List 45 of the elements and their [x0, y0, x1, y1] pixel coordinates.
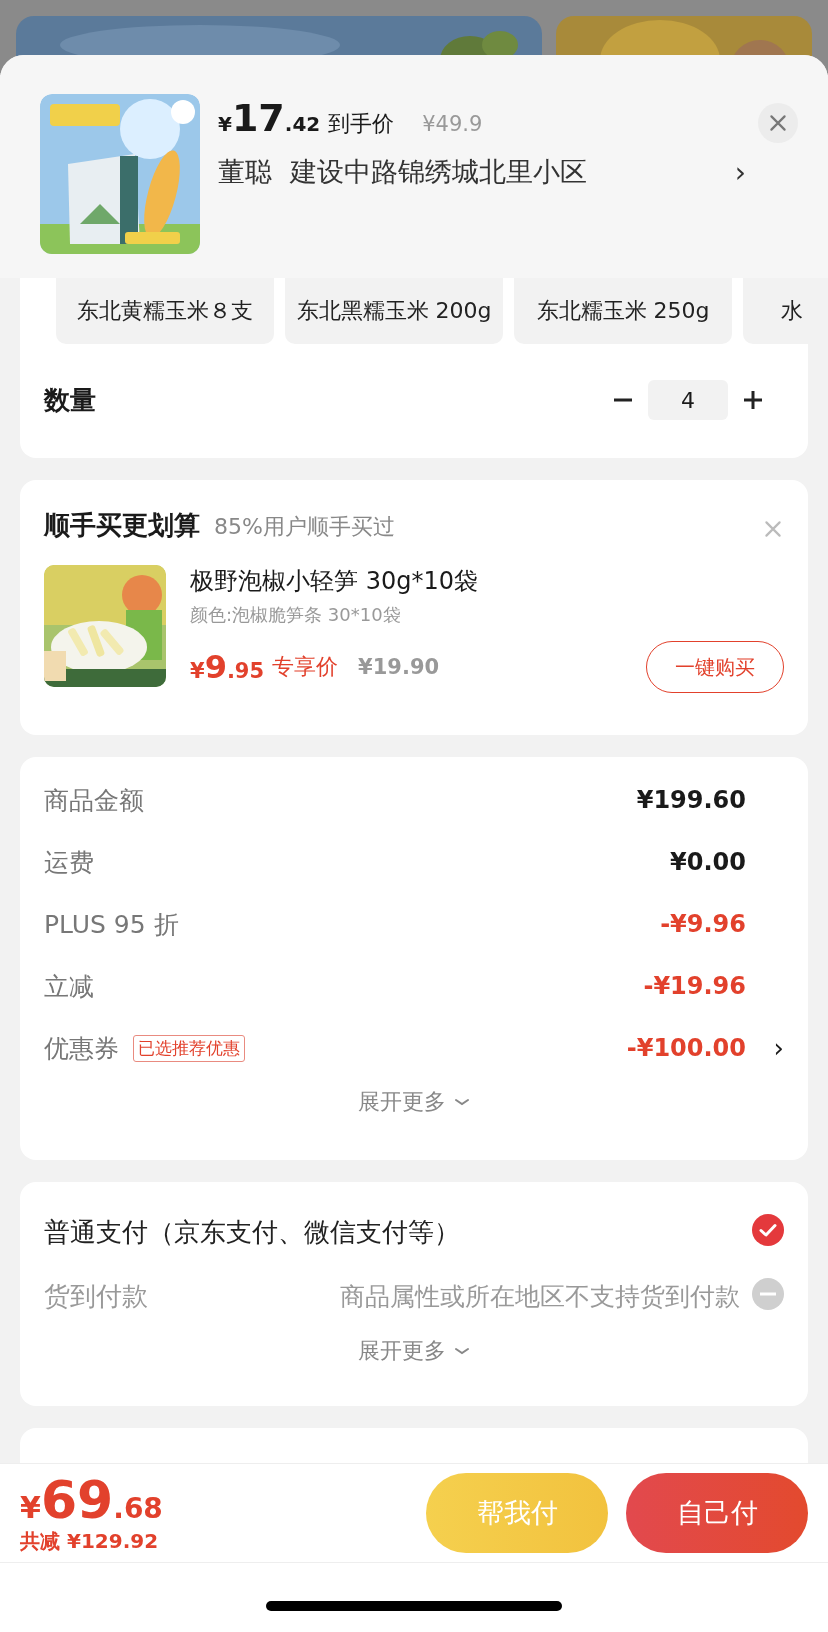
price-text: ¥9.95 — [190, 648, 266, 686]
plus-icon[interactable] — [742, 389, 764, 411]
variant-option[interactable]: 东北黑糯玉米 200g — [285, 278, 503, 344]
original-price: ¥19.90 — [358, 655, 440, 679]
summary-label: PLUS 95 折 — [44, 908, 179, 941]
recipient-name: 董聪 — [218, 155, 272, 189]
expand-link[interactable]: 展开更多 — [358, 1336, 446, 1366]
total-price: ¥69.68 — [20, 1471, 164, 1528]
pay-button[interactable]: 自己付 — [626, 1473, 808, 1553]
variant-option[interactable]: 东北糯玉米 250g — [514, 278, 732, 344]
section-subtitle: 85%用户顺手买过 — [214, 513, 395, 541]
expand-link[interactable]: 展开更多 — [358, 1087, 446, 1117]
chevron-right-icon[interactable]: › — [734, 155, 746, 189]
check-icon[interactable] — [752, 1214, 784, 1246]
summary-value: -¥19.96 — [643, 972, 746, 1000]
close-icon[interactable] — [767, 112, 789, 134]
summary-value: ¥199.60 — [636, 786, 746, 814]
variant-option[interactable]: 水 — [743, 278, 808, 344]
close-button[interactable] — [758, 103, 798, 143]
price-text: ¥17.42 — [218, 96, 322, 140]
buy-button[interactable]: 一键购买 — [646, 641, 784, 693]
original-price: ¥49.9 — [422, 112, 483, 136]
chevron-down-icon — [454, 1097, 470, 1107]
chevron-down-icon — [454, 1346, 470, 1356]
summary-label: 商品金额 — [44, 784, 144, 817]
address-text[interactable]: 建设中路锦绣城北里小区 — [290, 154, 587, 190]
summary-value: ¥0.00 — [670, 848, 746, 876]
variant-option[interactable]: 东北黄糯玉米８支 — [56, 278, 274, 344]
summary-value: -¥9.96 — [660, 910, 746, 938]
price-label: 专享价 — [272, 653, 339, 681]
summary-value: -¥100.00 — [626, 1034, 746, 1062]
product-name: 极野泡椒小轻笋 30g*10袋 — [190, 566, 479, 597]
quantity-field[interactable]: 4 — [648, 380, 728, 420]
quantity-label: 数量 — [44, 383, 96, 417]
price-label: 到手价 — [328, 110, 395, 138]
payment-note: 商品属性或所在地区不支持货到付款 — [340, 1280, 740, 1313]
savings-text: 共减 ¥129.92 — [20, 1527, 160, 1555]
summary-label: 运费 — [44, 846, 94, 879]
product-spec: 颜色:泡椒脆笋条 30*10袋 — [190, 603, 402, 627]
section-title: 顺手买更划算 — [44, 509, 200, 542]
payment-option[interactable]: 普通支付（京东支付、微信支付等） — [44, 1214, 460, 1250]
summary-label: 优惠券 — [44, 1032, 119, 1065]
coupon-tag: 已选推荐优惠 — [133, 1034, 245, 1062]
chevron-right-icon[interactable]: › — [756, 1033, 784, 1063]
summary-label: 立减 — [44, 970, 94, 1003]
